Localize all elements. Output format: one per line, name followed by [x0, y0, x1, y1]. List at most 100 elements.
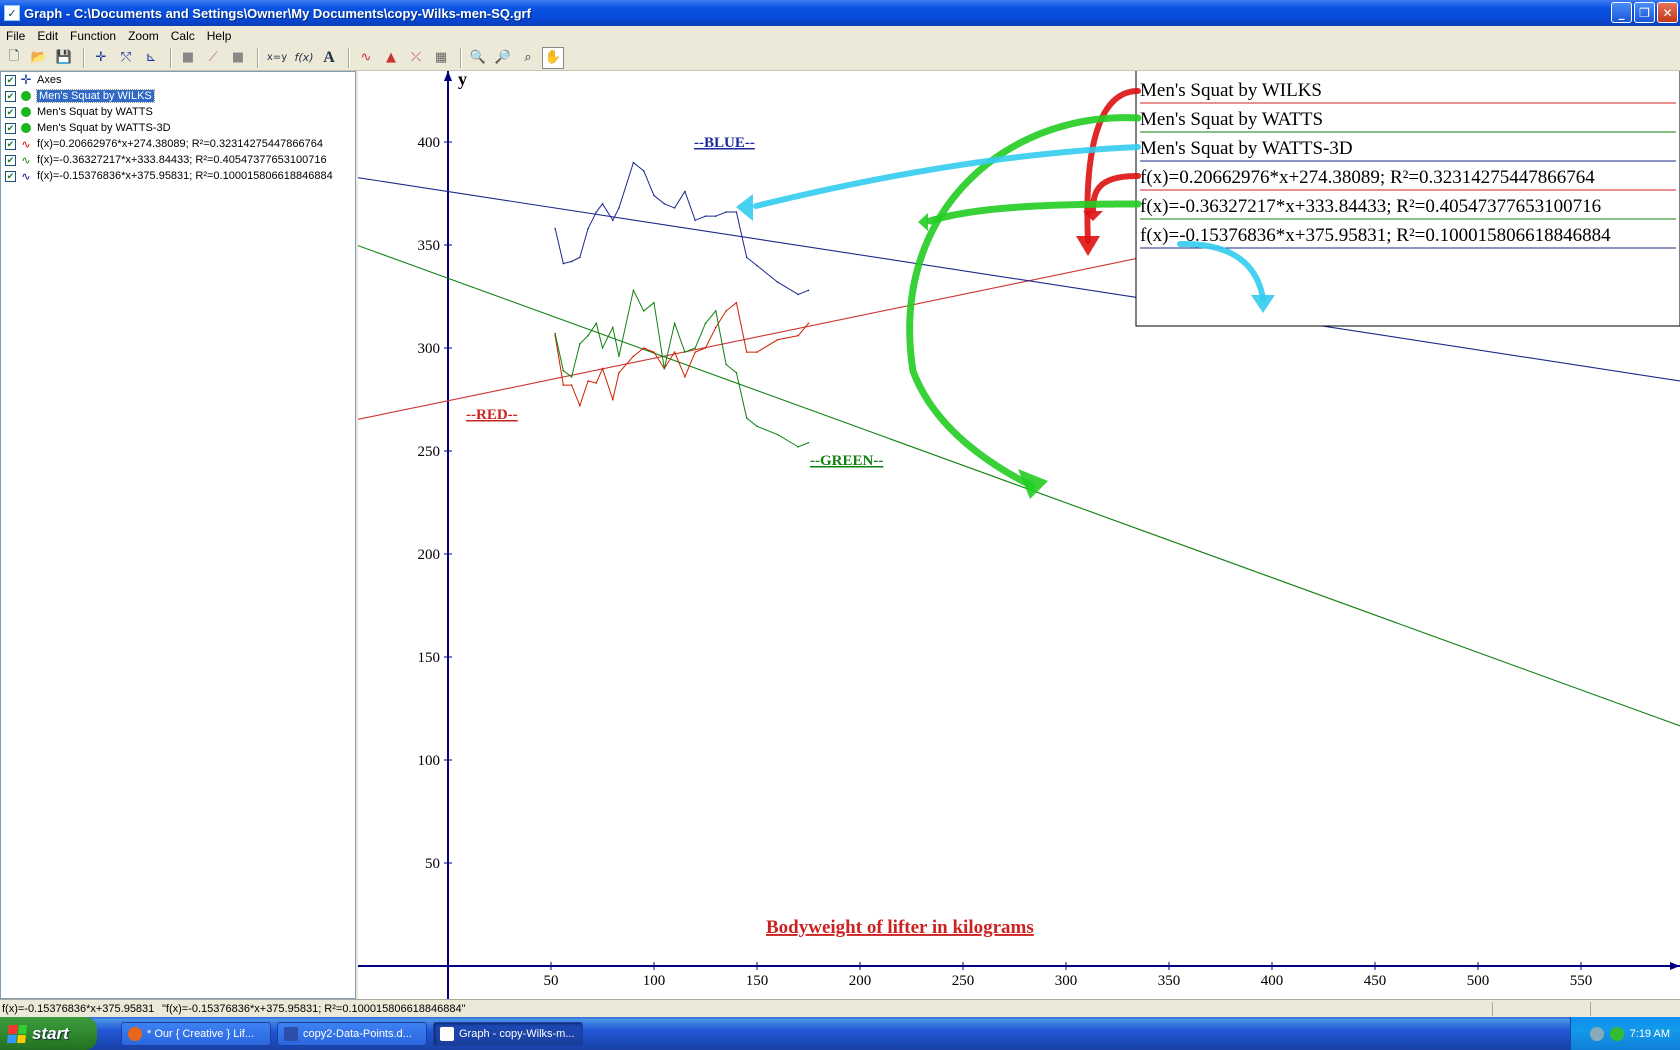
zoom-fit-icon[interactable]: ⌕	[517, 47, 539, 69]
network-icon[interactable]	[1589, 1026, 1604, 1041]
menu-bar: File Edit Function Zoom Calc Help	[0, 26, 1680, 45]
function-item-wilks[interactable]: ✔ Men's Squat by WILKS	[1, 88, 355, 104]
point-series-icon[interactable]: ⊾	[140, 47, 162, 69]
new-file-icon[interactable]: 🗋	[3, 47, 25, 69]
x-tick-label: 550	[1570, 973, 1593, 989]
checkbox-icon[interactable]: ✔	[5, 74, 16, 86]
series-watts-3d-point	[579, 256, 581, 259]
legend-entry: f(x)=0.20662976*x+274.38089; R²=0.323142…	[1140, 167, 1595, 188]
menu-zoom[interactable]: Zoom	[122, 29, 165, 43]
open-folder-icon[interactable]: 📂	[28, 47, 50, 69]
function-item-red-trend[interactable]: ✔ ∿ f(x)=0.20662976*x+274.38089; R²=0.32…	[1, 136, 355, 152]
function-item-watts[interactable]: ✔ Men's Squat by WATTS	[1, 104, 355, 120]
function-item-watts-3d[interactable]: ✔ Men's Squat by WATTS-3D	[1, 120, 355, 136]
menu-help[interactable]: Help	[201, 29, 238, 43]
zoom-out-icon[interactable]: 🔎	[492, 47, 514, 69]
x-tick-label: 450	[1364, 973, 1387, 989]
function-item-blue-trend[interactable]: ✔ ∿ f(x)=-0.15376836*x+375.95831; R²=0.1…	[1, 168, 355, 184]
checkbox-icon[interactable]: ✔	[5, 106, 16, 118]
series-wilks-point	[684, 376, 686, 378]
restore-button[interactable]: ❐	[1634, 2, 1655, 23]
start-button[interactable]: start	[0, 1017, 97, 1050]
checkbox-icon[interactable]: ✔	[5, 138, 16, 150]
legend-entry: Men's Squat by WILKS	[1140, 80, 1322, 101]
checkbox-icon[interactable]: ✔	[5, 122, 16, 134]
y-tick-label: 250	[418, 444, 441, 460]
taskbar-item-firefox[interactable]: * Our { Creative } Lif...	[121, 1021, 271, 1046]
area-icon[interactable]: ▲	[380, 47, 402, 69]
series-wilks-point	[745, 351, 748, 353]
series-watts-point	[587, 334, 589, 337]
status-description: "f(x)=-0.15376836*x+375.95831; R²=0.1000…	[162, 1002, 466, 1015]
plot-svg: y 50 100 150 200 250 300 350 400 450 500 550 50 100 15…	[358, 71, 1680, 999]
series-watts-3d-point	[632, 161, 635, 164]
series-watts-3d-point	[612, 219, 614, 222]
tangent-icon[interactable]: ⤫	[405, 47, 427, 69]
zoom-in-icon[interactable]: 🔍	[467, 47, 489, 69]
save-icon[interactable]: 💾	[53, 47, 75, 69]
checkbox-icon[interactable]: ✔	[5, 90, 16, 102]
series-watts-point	[807, 441, 810, 444]
insert-function-icon[interactable]: ⤲	[115, 47, 137, 69]
series-watts-3d-point	[807, 289, 810, 292]
y-tick-label: 100	[418, 753, 441, 769]
custom-function-icon[interactable]: x=y	[264, 47, 290, 69]
series-wilks-point	[776, 338, 779, 341]
axes-icon[interactable]: ✛	[90, 47, 112, 69]
series-watts-point	[579, 343, 581, 345]
y-tick-label: 200	[418, 547, 441, 563]
cyan-arrow-icon-head-icon	[736, 194, 753, 221]
document-icon	[284, 1026, 298, 1041]
series-wilks-line	[554, 301, 809, 408]
blue-annotation: --BLUE--	[694, 135, 755, 151]
graph-canvas[interactable]: y 50 100 150 200 250 300 350 400 450 500 550 50 100 15…	[358, 71, 1680, 999]
taskbar-item-document[interactable]: copy2-Data-Points.d...	[277, 1021, 427, 1046]
move-hand-icon[interactable]: ✋	[542, 46, 564, 69]
checkbox-icon[interactable]: ✔	[5, 170, 16, 182]
x-tick-label: 150	[746, 973, 769, 989]
table-icon[interactable]: ▦	[430, 47, 452, 69]
series-wilks-point	[653, 351, 655, 353]
series-watts-3d-point	[776, 281, 779, 283]
series-watts-3d-point	[735, 211, 738, 213]
taskbar-item-graph[interactable]: Graph - copy-Wilks-m...	[433, 1021, 583, 1046]
series-wilks-point	[601, 367, 604, 370]
function-list-panel: ✔ ✛ Axes ✔ Men's Squat by WILKS ✔ Men's …	[0, 71, 356, 999]
series-wilks-point	[725, 310, 727, 312]
series-watts-point	[642, 310, 645, 312]
checkbox-icon[interactable]: ✔	[5, 154, 16, 166]
clock[interactable]: 7:19 AM	[1630, 1028, 1670, 1040]
shade-icon[interactable]: ■	[177, 47, 199, 69]
series-watts-point	[715, 310, 717, 312]
menu-function[interactable]: Function	[64, 29, 122, 43]
function-item-axes[interactable]: ✔ ✛ Axes	[1, 72, 355, 88]
red-arrow-icon-head-icon	[1076, 236, 1100, 256]
fx-icon[interactable]: f(x)	[293, 47, 315, 69]
series-wilks-point	[579, 404, 581, 407]
update-icon[interactable]	[1609, 1026, 1624, 1041]
label-icon[interactable]: A	[318, 47, 340, 69]
cyan-arrow-icon	[736, 144, 1141, 221]
red-annotation: --RED--	[466, 407, 518, 423]
evaluate-icon[interactable]: ∿	[355, 47, 377, 69]
menu-calc[interactable]: Calc	[165, 29, 201, 43]
series-watts-point	[673, 322, 676, 325]
menu-file[interactable]: File	[0, 29, 31, 43]
series-wilks-point	[715, 326, 717, 329]
series-watts-3d-point	[601, 203, 604, 205]
series-watts-3d-point	[725, 211, 727, 213]
close-button[interactable]: ✕	[1657, 2, 1678, 23]
series-wilks-point	[807, 322, 810, 325]
minimize-button[interactable]: _	[1611, 2, 1632, 23]
series-wilks-point	[694, 351, 696, 353]
relation-icon[interactable]: ■	[227, 47, 249, 69]
green-dot-icon	[19, 90, 33, 102]
function-item-green-trend[interactable]: ✔ ∿ f(x)=-0.36327217*x+333.84433; R²=0.4…	[1, 152, 355, 168]
series-wilks-point	[756, 351, 758, 353]
system-tray: 7:19 AM	[1570, 1017, 1680, 1050]
red-wave-icon: ∿	[21, 138, 31, 151]
series-watts-point	[663, 367, 666, 370]
y-axis-label: y	[458, 71, 467, 89]
menu-edit[interactable]: Edit	[31, 29, 64, 43]
trendline-icon[interactable]: ⟋	[202, 47, 224, 69]
